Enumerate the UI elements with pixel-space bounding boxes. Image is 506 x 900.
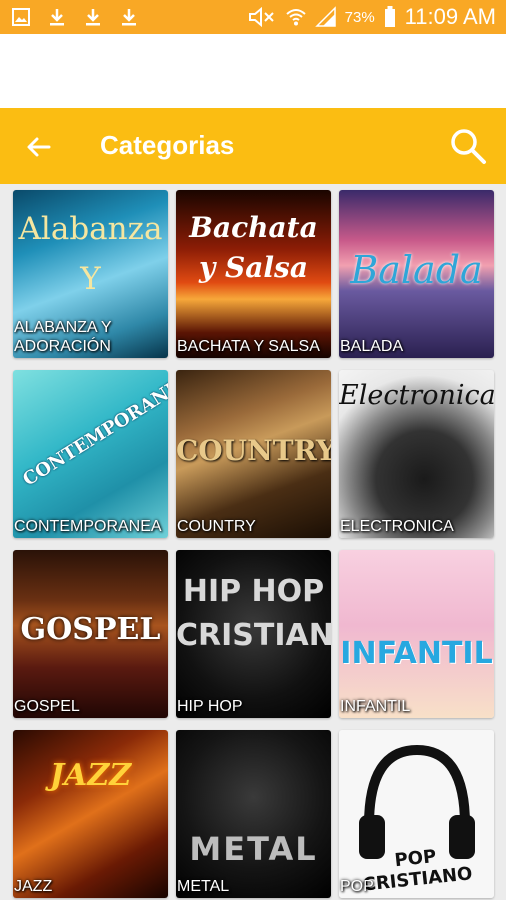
category-tile-balada[interactable]: Balada BALADA <box>339 190 494 358</box>
mute-icon <box>247 6 277 28</box>
signal-icon <box>314 6 337 28</box>
category-image: METAL <box>176 730 331 898</box>
category-tile-jazz[interactable]: JAZZ JAZZ <box>13 730 168 898</box>
category-label: INFANTIL <box>340 698 411 715</box>
status-bar: 73% 11:09 AM <box>0 0 506 34</box>
download-icon <box>46 6 68 28</box>
category-label: BACHATA Y SALSA <box>177 338 320 355</box>
clock: 11:09 AM <box>404 4 496 29</box>
category-image: Electronica <box>339 370 494 538</box>
arrow-left-icon[interactable] <box>22 130 56 164</box>
category-art-text: HIP HOP CRISTIANO <box>176 574 331 653</box>
category-label: JAZZ <box>14 878 53 895</box>
category-tile-infantil[interactable]: INFANTIL INFANTIL <box>339 550 494 718</box>
category-label: BALADA <box>340 338 404 355</box>
category-tile-country[interactable]: COUNTRY COUNTRY <box>176 370 331 538</box>
category-image: CONTEMPORANEA <box>13 370 168 538</box>
category-tile-pop[interactable]: POP CRISTIANO POP <box>339 730 494 898</box>
category-label: COUNTRY <box>177 518 256 535</box>
category-label: GOSPEL <box>14 698 80 715</box>
category-image: JAZZ <box>13 730 168 898</box>
category-image: Bachata y Salsa <box>176 190 331 358</box>
category-label: POP <box>340 878 374 895</box>
wifi-icon <box>285 6 307 28</box>
category-image: Balada <box>339 190 494 358</box>
blank-area <box>0 34 506 108</box>
page-title: Categorias <box>100 130 235 160</box>
download-icon <box>82 6 104 28</box>
category-label: ALABANZA Y ADORACIÓN <box>14 319 112 355</box>
category-grid: Alabanza Y ALABANZA Y ADORACIÓN Bachata … <box>13 190 494 898</box>
category-tile-gospel[interactable]: GOSPEL GOSPEL <box>13 550 168 718</box>
battery-percent: 73% <box>344 8 375 26</box>
category-image: POP CRISTIANO <box>339 730 494 898</box>
category-image: INFANTIL <box>339 550 494 718</box>
category-label: HIP HOP <box>177 698 243 715</box>
category-art-text: Balada <box>350 248 483 292</box>
category-label: ELECTRONICA <box>340 518 454 535</box>
category-grid-container: Alabanza Y ALABANZA Y ADORACIÓN Bachata … <box>0 184 506 900</box>
category-label: CONTEMPORANEA <box>14 518 162 535</box>
app-bar: Categorias <box>0 108 506 184</box>
category-art-text: Bachata y Salsa <box>189 211 318 284</box>
category-art-text: GOSPEL <box>20 612 161 647</box>
category-tile-alabanza[interactable]: Alabanza Y ALABANZA Y ADORACIÓN <box>13 190 168 358</box>
category-tile-electronica[interactable]: Electronica ELECTRONICA <box>339 370 494 538</box>
category-art-text: JAZZ <box>49 758 132 793</box>
category-image: GOSPEL <box>13 550 168 718</box>
category-art-text: CONTEMPORANEA <box>19 370 168 491</box>
category-image: COUNTRY <box>176 370 331 538</box>
category-label: METAL <box>177 878 230 895</box>
category-art-text: COUNTRY <box>176 434 331 467</box>
category-art-text: METAL <box>189 830 318 868</box>
category-art-text: Electronica <box>339 380 494 411</box>
category-tile-metal[interactable]: METAL METAL <box>176 730 331 898</box>
category-art-text: INFANTIL <box>340 636 493 671</box>
category-art-text: Alabanza Y <box>18 211 163 297</box>
category-tile-bachata[interactable]: Bachata y Salsa BACHATA Y SALSA <box>176 190 331 358</box>
category-tile-hiphop[interactable]: HIP HOP CRISTIANO HIP HOP <box>176 550 331 718</box>
category-image: HIP HOP CRISTIANO <box>176 550 331 718</box>
battery-icon <box>383 6 397 28</box>
download-icon <box>118 6 140 28</box>
category-tile-contemporanea[interactable]: CONTEMPORANEA CONTEMPORANEA <box>13 370 168 538</box>
image-icon <box>10 6 32 28</box>
search-icon[interactable] <box>448 126 488 166</box>
